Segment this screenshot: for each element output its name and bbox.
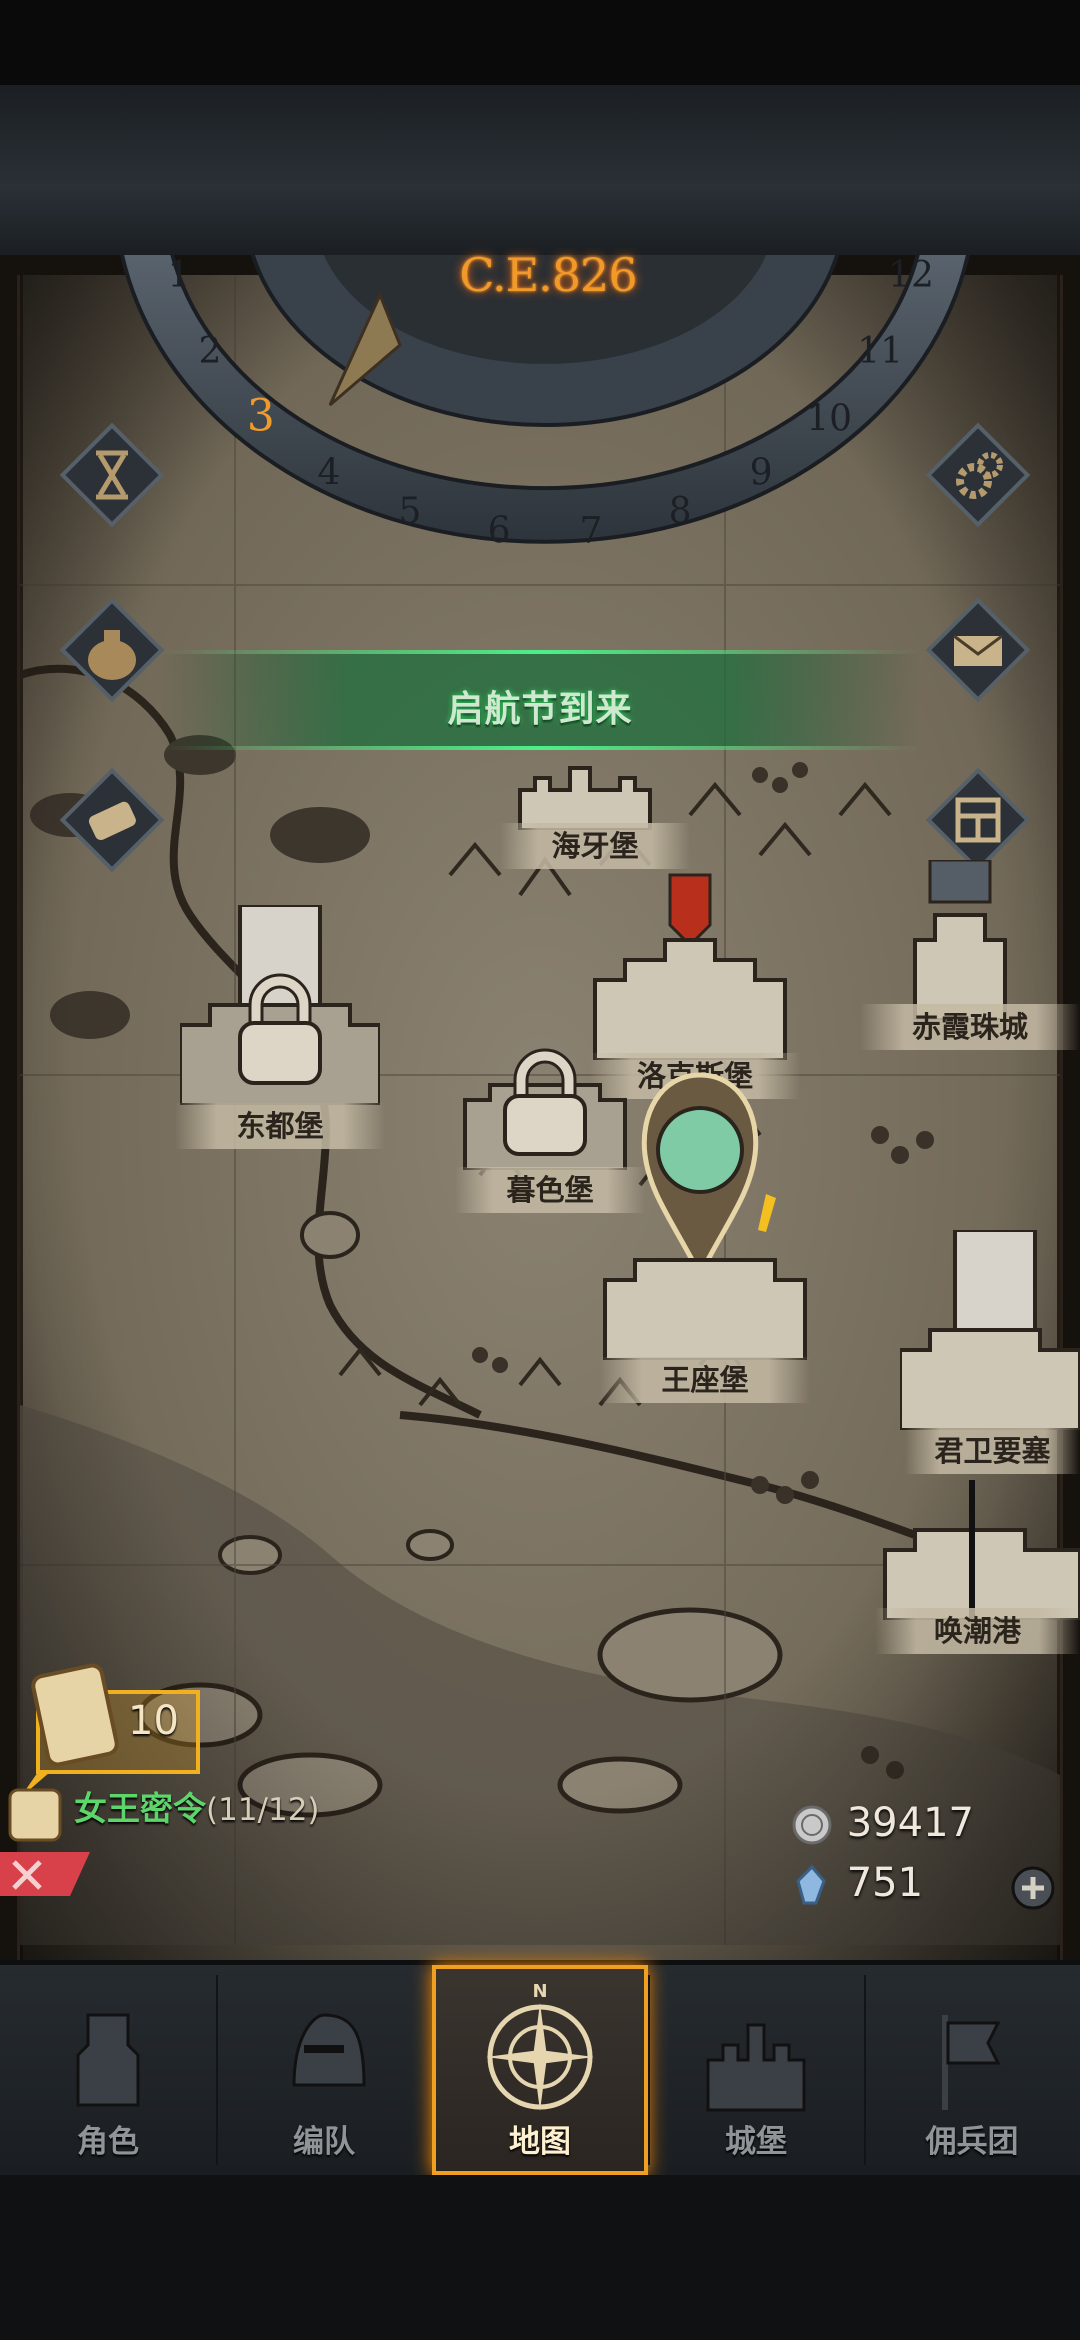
- scroll-button[interactable]: [52, 760, 172, 880]
- month-1: 1: [168, 255, 191, 296]
- helmet-icon: [292, 2013, 366, 2087]
- tab-mercenary[interactable]: 佣兵团: [864, 1965, 1080, 2175]
- bottom-band: [0, 2175, 1080, 2340]
- castle-label-chixia[interactable]: 赤霞珠城: [860, 1004, 1080, 1050]
- queen-order-progress: (11/12): [206, 1792, 320, 1828]
- castle-label-huanchao[interactable]: 唤潮港: [875, 1608, 1080, 1654]
- month-10: 10: [806, 398, 852, 439]
- castle-label-dongdu[interactable]: 东都堡: [175, 1103, 385, 1149]
- banner-icon: [942, 2015, 1001, 2110]
- tab-character[interactable]: 角色: [0, 1965, 216, 2175]
- tab-formation-label: 编队: [293, 2124, 355, 2160]
- tab-map-label: 地图: [509, 2124, 571, 2160]
- settings-button[interactable]: [918, 415, 1038, 535]
- castle-label-junwei[interactable]: 君卫要塞: [905, 1428, 1080, 1474]
- month-11: 11: [857, 331, 903, 372]
- castle-haiya-icon: [518, 766, 652, 830]
- tab-map[interactable]: N 地图: [432, 1965, 648, 2175]
- castle-label-wangzuo[interactable]: 王座堡: [600, 1357, 810, 1403]
- month-6: 6: [488, 511, 511, 552]
- crystal-amount: 751: [846, 1860, 924, 1906]
- mail-icon: [953, 634, 1003, 666]
- month-5: 5: [398, 491, 421, 532]
- queen-order-title[interactable]: 女王密令(11/12): [74, 1782, 320, 1830]
- silver-amount: 39417: [846, 1800, 974, 1846]
- knight-icon: [76, 2013, 140, 2107]
- castle-icon: [706, 2023, 806, 2112]
- tab-castle[interactable]: 城堡: [648, 1965, 864, 2175]
- month-9: 9: [750, 453, 773, 494]
- month-2: 2: [198, 331, 221, 372]
- mail-button[interactable]: [918, 590, 1038, 710]
- header-bar: [0, 85, 1080, 255]
- silver-coin-icon: [792, 1805, 832, 1845]
- castle-wangzuo-icon: [603, 1072, 807, 1360]
- month-4: 4: [317, 453, 340, 494]
- event-banner-text: 启航节到来: [447, 689, 633, 730]
- castle-junwei-icon: [900, 1230, 1080, 1430]
- month-3: 3: [247, 390, 275, 441]
- bottom-nav: 角色 编队 N 地图 城堡 佣兵团: [0, 1965, 1080, 2175]
- silver-row: 39417: [790, 1800, 974, 1847]
- castle-label-haiya[interactable]: 海牙堡: [500, 823, 690, 869]
- month-12: 12: [888, 255, 934, 296]
- month-8: 8: [669, 491, 692, 532]
- crystal-icon: [796, 1864, 826, 1905]
- battle-alert-icon[interactable]: [0, 1852, 90, 1896]
- crystal-row: 751: [790, 1860, 923, 1907]
- coin-bag-button[interactable]: [52, 590, 172, 710]
- castle-huanchao-icon: [883, 1480, 1080, 1620]
- castle-dongdu-icon: [180, 905, 380, 1105]
- status-area: [0, 0, 1080, 85]
- add-crystal-button[interactable]: [1010, 1865, 1056, 1911]
- compass-icon: N: [486, 1981, 594, 2111]
- lock-icon: [503, 1048, 587, 1156]
- month-7: 7: [579, 511, 602, 552]
- castle-chixia-icon: [913, 860, 1007, 1020]
- tab-castle-label: 城堡: [725, 2124, 787, 2160]
- queen-order-label: 女王密令: [74, 1789, 206, 1828]
- event-banner[interactable]: 启航节到来: [160, 640, 920, 760]
- hourglass-button[interactable]: [52, 415, 172, 535]
- compass-north-label: N: [532, 1981, 547, 2002]
- queen-order-count: 10: [128, 1698, 179, 1744]
- tab-formation[interactable]: 编队: [216, 1965, 432, 2175]
- tab-mercenary-label: 佣兵团: [925, 2124, 1019, 2160]
- tab-character-label: 角色: [77, 2124, 139, 2160]
